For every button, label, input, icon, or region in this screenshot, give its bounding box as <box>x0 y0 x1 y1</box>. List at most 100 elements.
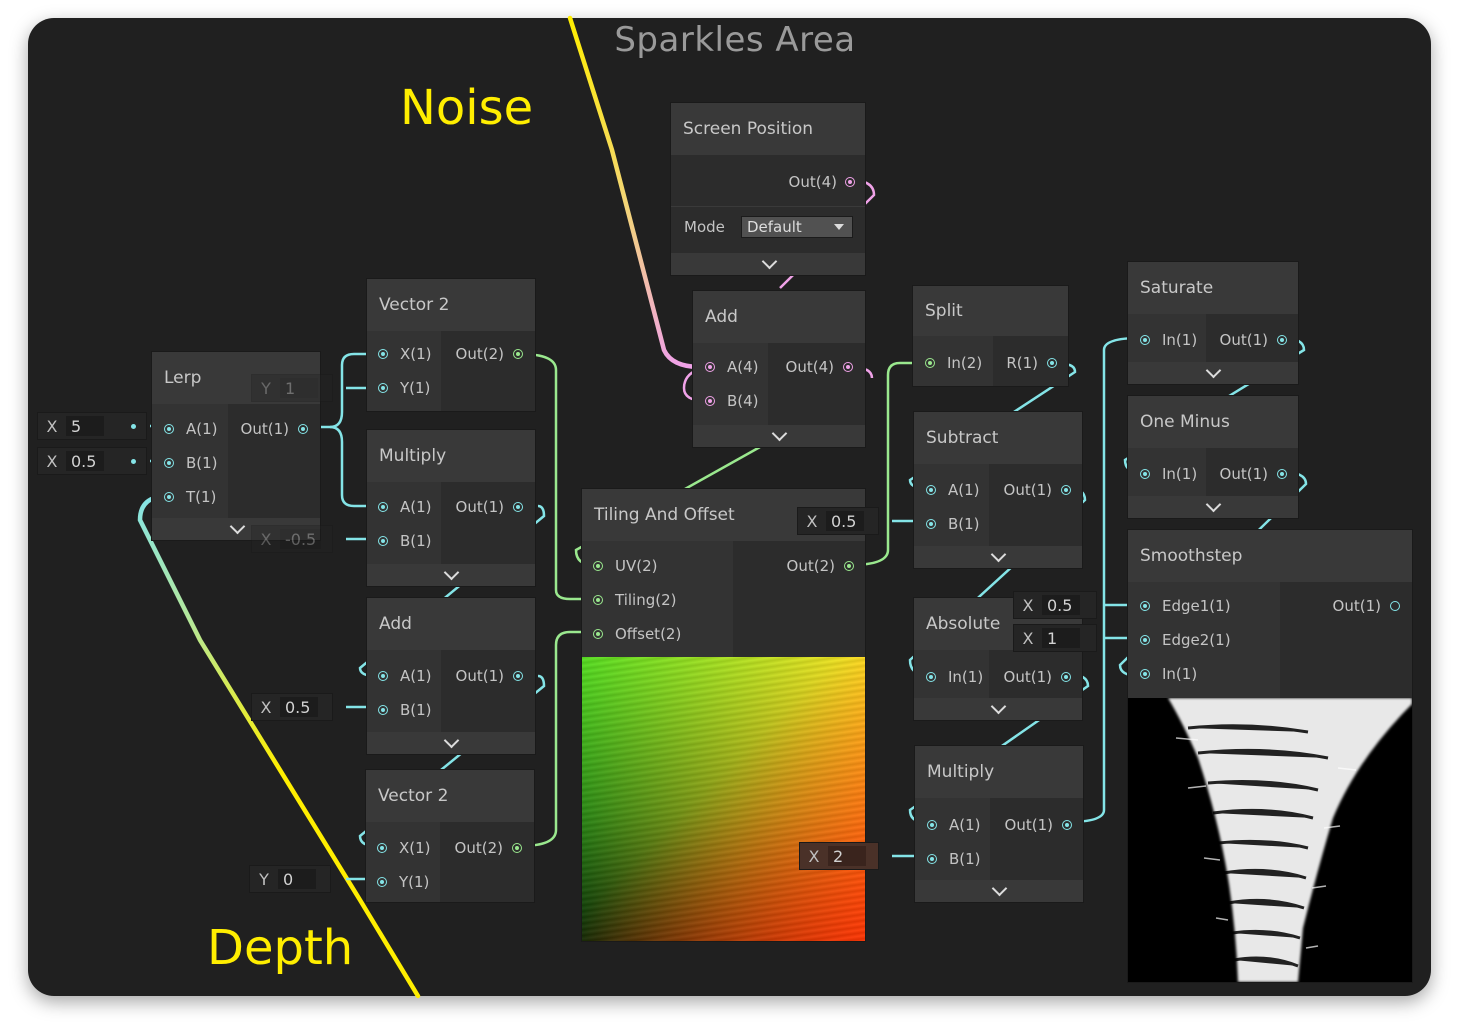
node-footer[interactable] <box>367 564 535 586</box>
edge1-port[interactable] <box>1140 601 1150 611</box>
b-port[interactable] <box>164 458 174 468</box>
vector2-node-bottom[interactable]: Vector 2 X(1) Y(1) Out(2) <box>366 770 534 902</box>
field-value[interactable]: -0.5 <box>280 529 322 549</box>
node-footer[interactable] <box>914 546 1082 568</box>
field-value[interactable]: 0.5 <box>66 451 104 471</box>
node-footer[interactable] <box>1128 496 1298 518</box>
smoothstep-node[interactable]: Smoothstep Edge1(1) Edge2(1) In(1) Out(1… <box>1128 530 1412 982</box>
subtract-b-field[interactable]: X 0.5 <box>798 508 878 534</box>
chevron-down-icon <box>1205 362 1222 379</box>
node-footer[interactable] <box>671 253 865 275</box>
field-value[interactable]: 0.5 <box>1042 595 1080 615</box>
in-port[interactable] <box>925 358 935 368</box>
mode-dropdown[interactable]: Default <box>741 216 853 238</box>
port-label: In(1) <box>1162 665 1198 683</box>
out-port[interactable] <box>513 502 523 512</box>
one-minus-node[interactable]: One Minus In(1) Out(1) <box>1128 396 1298 518</box>
out-port[interactable] <box>298 424 308 434</box>
t-port[interactable] <box>164 492 174 502</box>
multiply-right-b-field[interactable]: X 2 <box>800 843 878 869</box>
port-label: Edge1(1) <box>1162 597 1231 615</box>
port-label: B(1) <box>948 515 980 533</box>
smoothstep-edge2-field[interactable]: X 1 <box>1014 625 1096 651</box>
b-port[interactable] <box>378 536 388 546</box>
chevron-down-icon <box>443 732 460 749</box>
tiling-and-offset-node[interactable]: Tiling And Offset UV(2) Tiling(2) Offset… <box>582 489 865 941</box>
out-port[interactable] <box>512 843 522 853</box>
node-footer[interactable] <box>915 880 1083 902</box>
out-port[interactable] <box>1062 820 1072 830</box>
offset-port[interactable] <box>593 629 603 639</box>
in-port[interactable] <box>1140 669 1150 679</box>
out-port[interactable] <box>845 177 855 187</box>
out-port[interactable] <box>1277 335 1287 345</box>
subtract-node[interactable]: Subtract A(1) B(1) Out(1) <box>914 412 1082 568</box>
chevron-down-icon <box>443 564 460 581</box>
y-port[interactable] <box>378 383 388 393</box>
a-port[interactable] <box>378 671 388 681</box>
x-port[interactable] <box>378 349 388 359</box>
split-node[interactable]: Split In(2) R(1) <box>913 286 1068 386</box>
multiply-node-left[interactable]: Multiply A(1) B(1) Out(1) <box>367 430 535 586</box>
port-label: Out(1) <box>240 420 289 438</box>
port-label: B(1) <box>949 850 981 868</box>
a-port[interactable] <box>378 502 388 512</box>
field-value[interactable]: 0.5 <box>280 697 318 717</box>
a-port[interactable] <box>164 424 174 434</box>
b-port[interactable] <box>705 396 715 406</box>
field-label: Y <box>261 378 271 398</box>
multiply-node-right[interactable]: Multiply A(1) B(1) Out(1) <box>915 746 1083 902</box>
field-value[interactable]: 1 <box>1042 628 1080 648</box>
b-port[interactable] <box>927 854 937 864</box>
node-footer[interactable] <box>693 425 865 447</box>
node-title: Smoothstep <box>1128 530 1412 582</box>
lerp-a-field[interactable]: X 5 <box>38 413 146 439</box>
field-value[interactable]: 0 <box>278 869 316 889</box>
a-port[interactable] <box>705 362 715 372</box>
b-port[interactable] <box>926 519 936 529</box>
saturate-node[interactable]: Saturate In(1) Out(1) <box>1128 262 1298 384</box>
out-port[interactable] <box>843 362 853 372</box>
a-port[interactable] <box>926 485 936 495</box>
out-port[interactable] <box>513 349 523 359</box>
node-footer[interactable] <box>367 732 535 754</box>
out-port[interactable] <box>1061 485 1071 495</box>
add-node-top[interactable]: Add A(4) B(4) Out(4) <box>693 291 865 447</box>
multiply-left-b-field[interactable]: X -0.5 <box>252 526 332 552</box>
in-port[interactable] <box>926 672 936 682</box>
out-port[interactable] <box>1390 601 1400 611</box>
b-port[interactable] <box>378 705 388 715</box>
port-label: Out(1) <box>1219 465 1268 483</box>
a-port[interactable] <box>927 820 937 830</box>
out-port[interactable] <box>1061 672 1071 682</box>
smoothstep-edge1-field[interactable]: X 0.5 <box>1014 592 1096 618</box>
field-value[interactable]: 1 <box>280 378 318 398</box>
field-label: Y <box>259 869 269 889</box>
node-footer[interactable] <box>914 698 1082 720</box>
vector2-node-top[interactable]: Vector 2 X(1) Y(1) Out(2) <box>367 279 535 411</box>
port-label: Out(4) <box>785 358 834 376</box>
uv-port[interactable] <box>593 561 603 571</box>
field-value[interactable]: 0.5 <box>826 511 864 531</box>
add-node-left[interactable]: Add A(1) B(1) Out(1) <box>367 598 535 754</box>
in-port[interactable] <box>1140 335 1150 345</box>
in-port[interactable] <box>1140 469 1150 479</box>
vector2-top-y-field[interactable]: Y 1 <box>252 375 332 401</box>
vector2-bottom-y-field[interactable]: Y 0 <box>250 866 330 892</box>
y-port[interactable] <box>377 877 387 887</box>
chevron-down-icon <box>990 698 1007 715</box>
node-footer[interactable] <box>1128 362 1298 384</box>
tiling-port[interactable] <box>593 595 603 605</box>
out-port[interactable] <box>1277 469 1287 479</box>
screen-position-node[interactable]: Screen Position Out(4) Mode Default <box>671 103 865 275</box>
field-value[interactable]: 2 <box>828 846 866 866</box>
port-label: In(2) <box>947 354 983 372</box>
r-port[interactable] <box>1047 358 1057 368</box>
add-left-b-field[interactable]: X 0.5 <box>252 694 332 720</box>
edge2-port[interactable] <box>1140 635 1150 645</box>
out-port[interactable] <box>513 671 523 681</box>
out-port[interactable] <box>844 561 854 571</box>
field-value[interactable]: 5 <box>66 416 104 436</box>
x-port[interactable] <box>377 843 387 853</box>
lerp-b-field[interactable]: X 0.5 <box>38 448 146 474</box>
